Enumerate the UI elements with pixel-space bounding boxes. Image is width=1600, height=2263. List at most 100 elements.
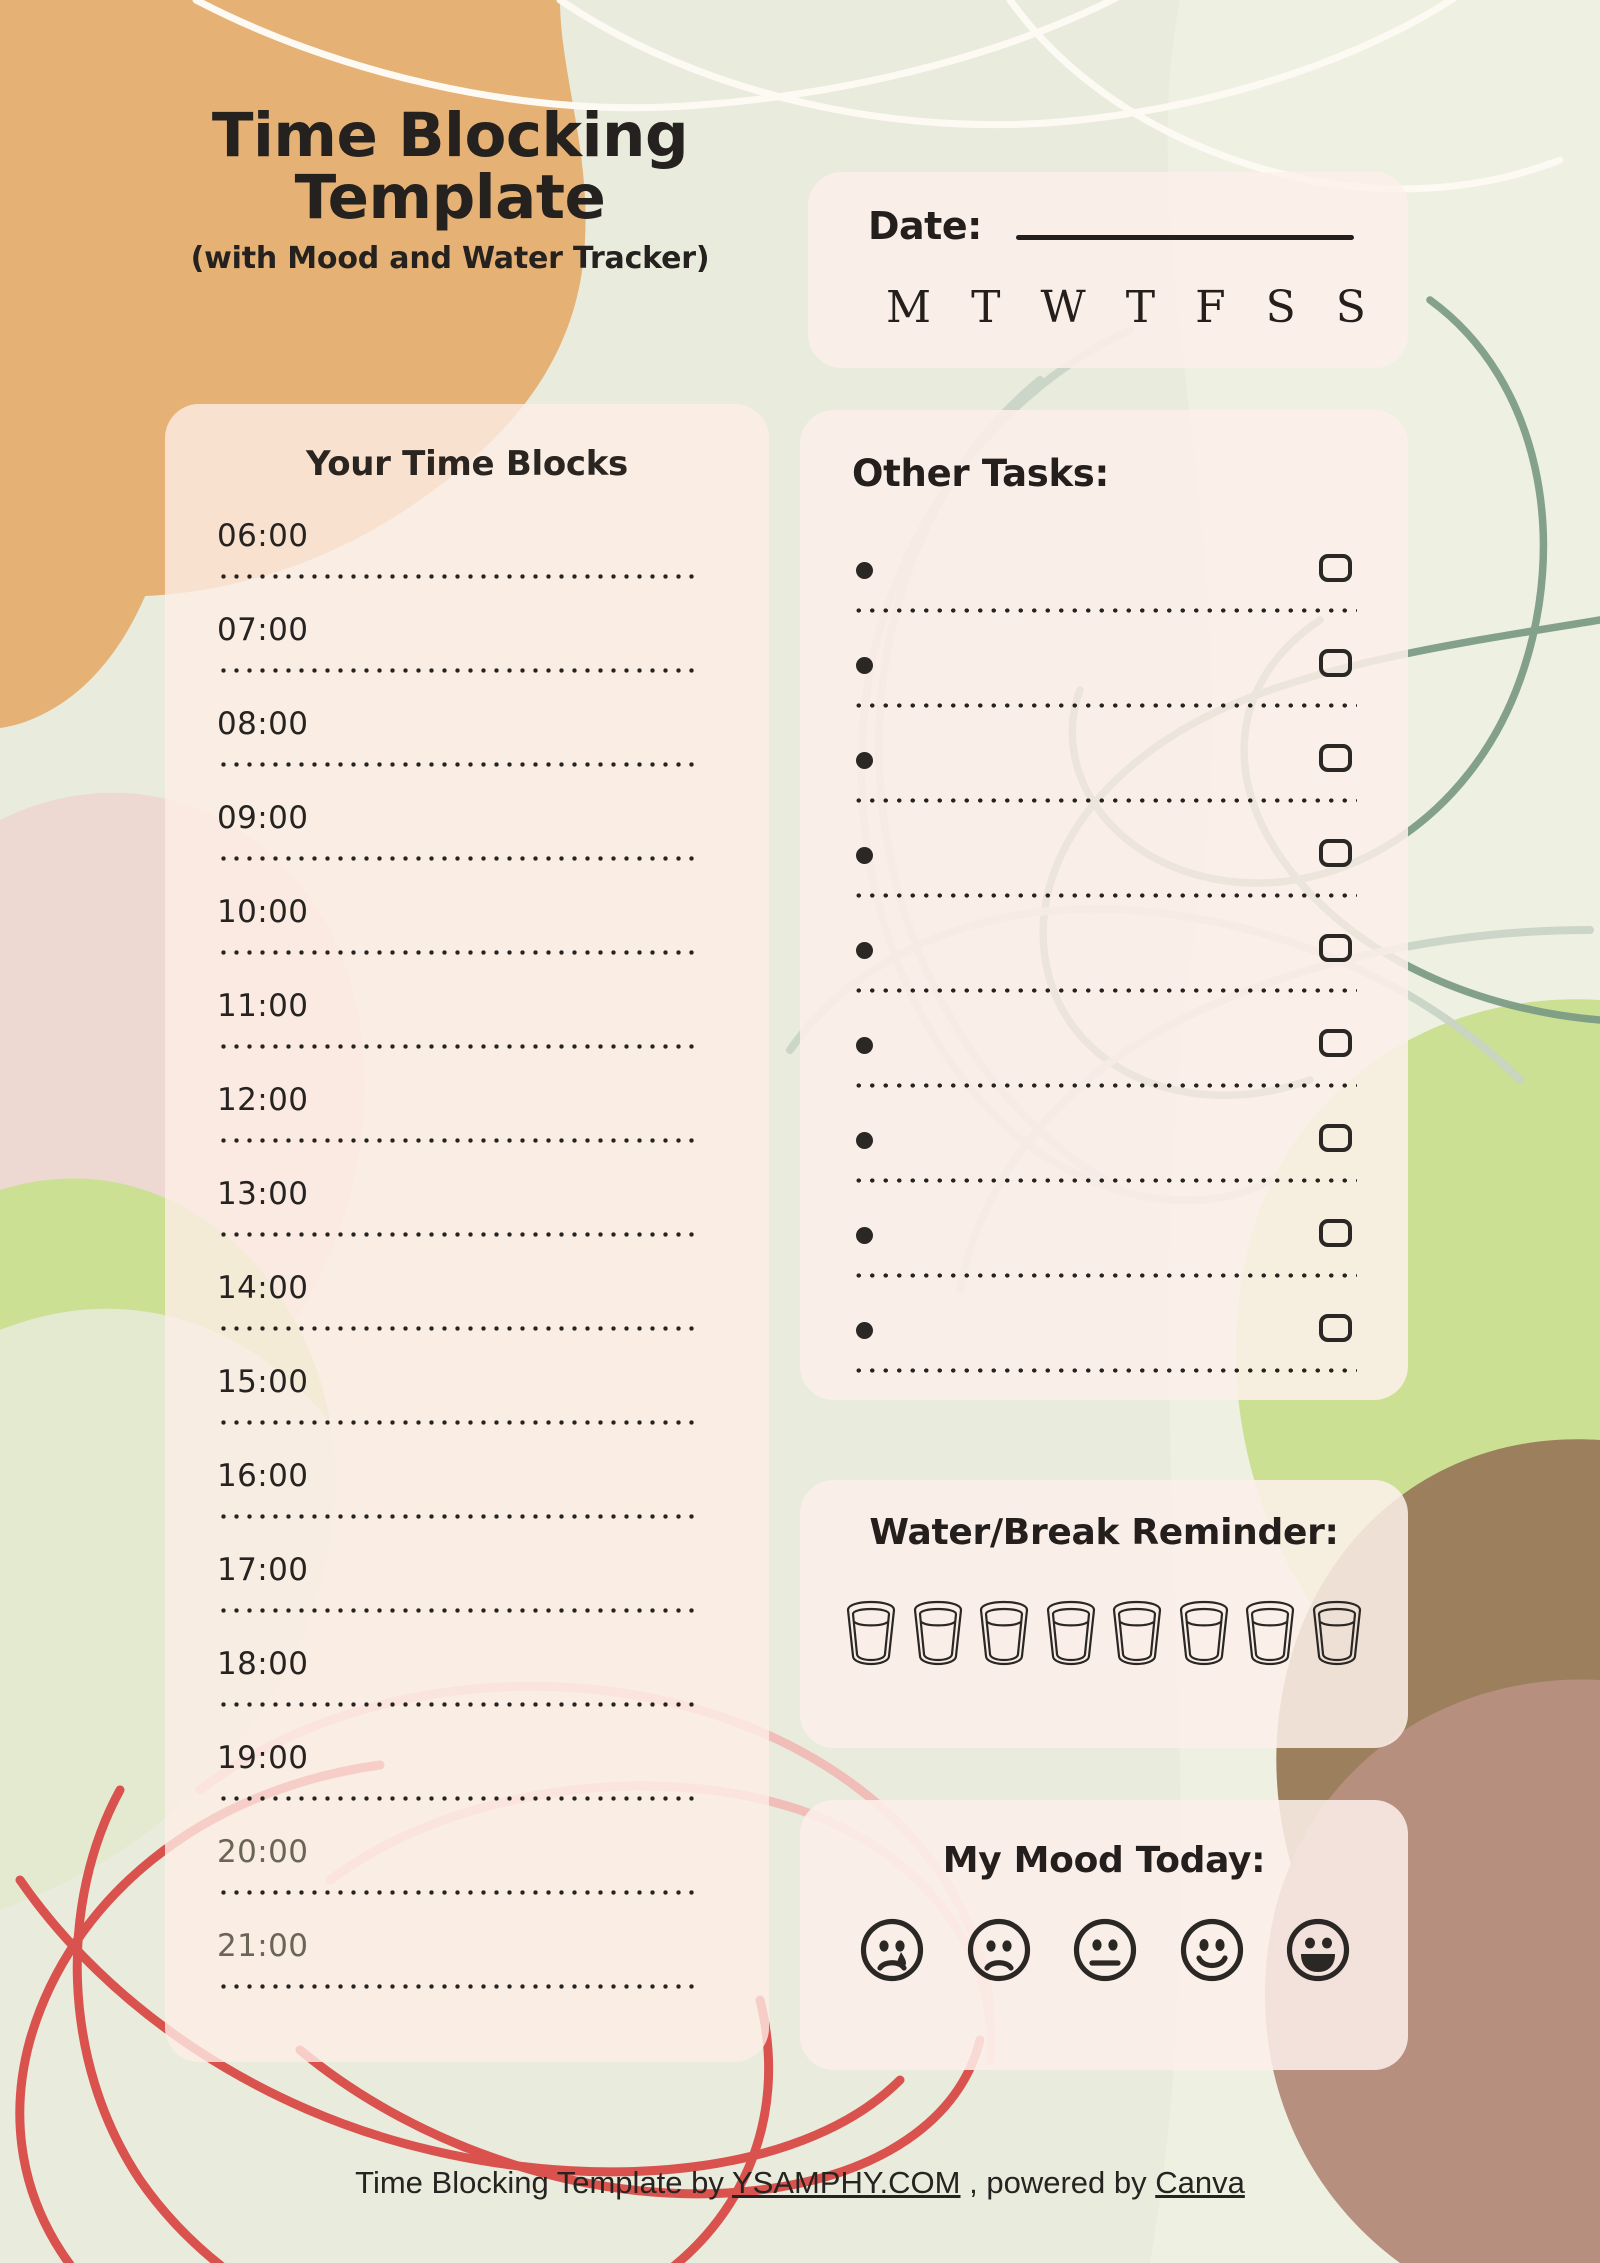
water-glass-1[interactable] <box>844 1600 898 1670</box>
time-block-row[interactable]: 15:00 <box>217 1356 717 1450</box>
crying-face-icon[interactable] <box>860 1918 924 1982</box>
task-checkbox[interactable] <box>1319 1314 1352 1342</box>
water-glass-icon[interactable] <box>1310 1600 1364 1666</box>
weekday-6[interactable]: S <box>1336 282 1366 333</box>
task-write-line[interactable] <box>852 987 1357 994</box>
task-row[interactable] <box>852 1015 1360 1110</box>
water-glass-6[interactable] <box>1177 1600 1231 1670</box>
task-checkbox[interactable] <box>1319 1029 1352 1057</box>
task-checkbox[interactable] <box>1319 1219 1352 1247</box>
task-row[interactable] <box>852 540 1360 635</box>
mood-option-4[interactable] <box>1180 1918 1244 1986</box>
time-label: 18:00 <box>217 1646 309 1682</box>
time-block-write-line[interactable] <box>217 1137 697 1144</box>
time-block-write-line[interactable] <box>217 1607 697 1614</box>
time-block-row[interactable]: 16:00 <box>217 1450 717 1544</box>
footer-credit: Time Blocking Template by YSAMPHY.COM , … <box>0 2165 1600 2201</box>
mood-option-2[interactable] <box>967 1918 1031 1986</box>
water-glass-icon[interactable] <box>1177 1600 1231 1666</box>
water-glass-4[interactable] <box>1044 1600 1098 1670</box>
task-write-line[interactable] <box>852 1177 1357 1184</box>
time-block-row[interactable]: 07:00 <box>217 604 717 698</box>
time-block-write-line[interactable] <box>217 1983 697 1990</box>
water-glass-icon[interactable] <box>1110 1600 1164 1666</box>
time-block-row[interactable]: 09:00 <box>217 792 717 886</box>
task-row[interactable] <box>852 730 1360 825</box>
neutral-face-icon[interactable] <box>1073 1918 1137 1982</box>
time-block-row[interactable]: 11:00 <box>217 980 717 1074</box>
weekday-5[interactable]: S <box>1266 282 1296 333</box>
time-block-write-line[interactable] <box>217 949 697 956</box>
task-row[interactable] <box>852 635 1360 730</box>
water-glass-icon[interactable] <box>1243 1600 1297 1666</box>
time-block-write-line[interactable] <box>217 1231 697 1238</box>
task-write-line[interactable] <box>852 1367 1357 1374</box>
task-write-line[interactable] <box>852 1272 1357 1279</box>
time-block-row[interactable]: 19:00 <box>217 1732 717 1826</box>
time-block-row[interactable]: 13:00 <box>217 1168 717 1262</box>
task-checkbox[interactable] <box>1319 1124 1352 1152</box>
task-write-line[interactable] <box>852 892 1357 899</box>
mood-option-5[interactable] <box>1286 1918 1350 1986</box>
task-write-line[interactable] <box>852 797 1357 804</box>
canva-link[interactable]: Canva <box>1155 2165 1245 2200</box>
water-glass-icon[interactable] <box>1044 1600 1098 1666</box>
task-checkbox[interactable] <box>1319 934 1352 962</box>
task-row[interactable] <box>852 1110 1360 1205</box>
task-checkbox[interactable] <box>1319 554 1352 582</box>
task-write-line[interactable] <box>852 702 1357 709</box>
weekday-1[interactable]: T <box>971 282 1000 333</box>
task-row[interactable] <box>852 825 1360 920</box>
date-write-line[interactable] <box>1015 234 1354 240</box>
weekday-3[interactable]: T <box>1126 282 1155 333</box>
task-write-line[interactable] <box>852 1082 1357 1089</box>
time-block-row[interactable]: 10:00 <box>217 886 717 980</box>
task-checkbox[interactable] <box>1319 744 1352 772</box>
task-checkbox[interactable] <box>1319 839 1352 867</box>
time-label: 16:00 <box>217 1458 309 1494</box>
time-block-write-line[interactable] <box>217 667 697 674</box>
time-block-write-line[interactable] <box>217 761 697 768</box>
time-block-row[interactable]: 14:00 <box>217 1262 717 1356</box>
time-block-row[interactable]: 20:00 <box>217 1826 717 1920</box>
water-glass-icon[interactable] <box>911 1600 965 1666</box>
task-row[interactable] <box>852 1300 1360 1395</box>
water-glass-7[interactable] <box>1243 1600 1297 1670</box>
sad-face-icon[interactable] <box>967 1918 1031 1982</box>
task-row[interactable] <box>852 1205 1360 1300</box>
task-checkbox[interactable] <box>1319 649 1352 677</box>
weekday-0[interactable]: M <box>886 282 931 333</box>
weekday-4[interactable]: F <box>1195 282 1226 333</box>
time-block-write-line[interactable] <box>217 1701 697 1708</box>
time-block-write-line[interactable] <box>217 1513 697 1520</box>
time-block-write-line[interactable] <box>217 1325 697 1332</box>
happy-face-icon[interactable] <box>1180 1918 1244 1982</box>
time-block-write-line[interactable] <box>217 1889 697 1896</box>
time-block-row[interactable]: 18:00 <box>217 1638 717 1732</box>
time-block-row[interactable]: 06:00 <box>217 510 717 604</box>
water-glass-3[interactable] <box>977 1600 1031 1670</box>
water-glass-icon[interactable] <box>977 1600 1031 1666</box>
time-block-row[interactable]: 12:00 <box>217 1074 717 1168</box>
water-glass-5[interactable] <box>1110 1600 1164 1670</box>
time-block-write-line[interactable] <box>217 1419 697 1426</box>
mood-option-1[interactable] <box>860 1918 924 1986</box>
time-block-write-line[interactable] <box>217 1043 697 1050</box>
time-block-row[interactable]: 17:00 <box>217 1544 717 1638</box>
time-block-write-line[interactable] <box>217 573 697 580</box>
time-block-write-line[interactable] <box>217 1795 697 1802</box>
water-glass-icon[interactable] <box>844 1600 898 1666</box>
time-block-write-line[interactable] <box>217 855 697 862</box>
water-glass-2[interactable] <box>911 1600 965 1670</box>
weekday-2[interactable]: W <box>1040 282 1085 333</box>
ysamphy-link[interactable]: YSAMPHY.COM <box>732 2165 961 2200</box>
time-block-row[interactable]: 08:00 <box>217 698 717 792</box>
bullet-icon <box>856 657 873 674</box>
mood-option-3[interactable] <box>1073 1918 1137 1986</box>
time-block-row[interactable]: 21:00 <box>217 1920 717 2014</box>
grinning-face-icon[interactable] <box>1286 1918 1350 1982</box>
water-glass-8[interactable] <box>1310 1600 1364 1670</box>
task-row[interactable] <box>852 920 1360 1015</box>
mood-heading: My Mood Today: <box>942 1840 1266 1881</box>
task-write-line[interactable] <box>852 607 1357 614</box>
